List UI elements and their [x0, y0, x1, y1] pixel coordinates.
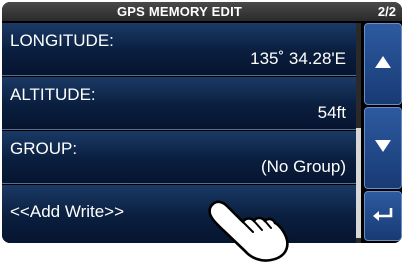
title-bar: GPS MEMORY EDIT 2/2	[2, 2, 402, 21]
back-button[interactable]	[364, 191, 402, 241]
touch-screen: GPS MEMORY EDIT 2/2 LONGITUDE: 135˚ 34.2…	[2, 2, 402, 243]
memory-field-list: LONGITUDE: 135˚ 34.28'E ALTITUDE: 54ft G…	[2, 23, 356, 243]
screen-title: GPS MEMORY EDIT	[116, 4, 243, 19]
altitude-value: 54ft	[317, 103, 346, 122]
scrollbar[interactable]	[356, 23, 361, 243]
triangle-up-icon	[375, 55, 391, 73]
add-write-label: <<Add Write>>	[10, 202, 125, 221]
pointing-hand-icon	[205, 196, 295, 269]
group-value: (No Group)	[260, 157, 346, 176]
longitude-value: 135˚ 34.28'E	[250, 49, 346, 68]
page-indicator: 2/2	[377, 4, 396, 19]
scroll-thumb[interactable]	[356, 128, 361, 238]
longitude-label: LONGITUDE:	[10, 31, 114, 50]
longitude-row[interactable]: LONGITUDE: 135˚ 34.28'E	[2, 23, 356, 76]
scroll-down-button[interactable]	[364, 107, 402, 189]
scroll-up-button[interactable]	[364, 23, 402, 105]
altitude-row[interactable]: ALTITUDE: 54ft	[2, 77, 356, 130]
return-arrow-icon	[372, 206, 394, 227]
group-row[interactable]: GROUP: (No Group)	[2, 131, 356, 184]
add-write-row[interactable]: <<Add Write>>	[2, 185, 356, 243]
altitude-label: ALTITUDE:	[10, 85, 96, 104]
triangle-down-icon	[375, 139, 391, 157]
group-label: GROUP:	[10, 139, 78, 158]
